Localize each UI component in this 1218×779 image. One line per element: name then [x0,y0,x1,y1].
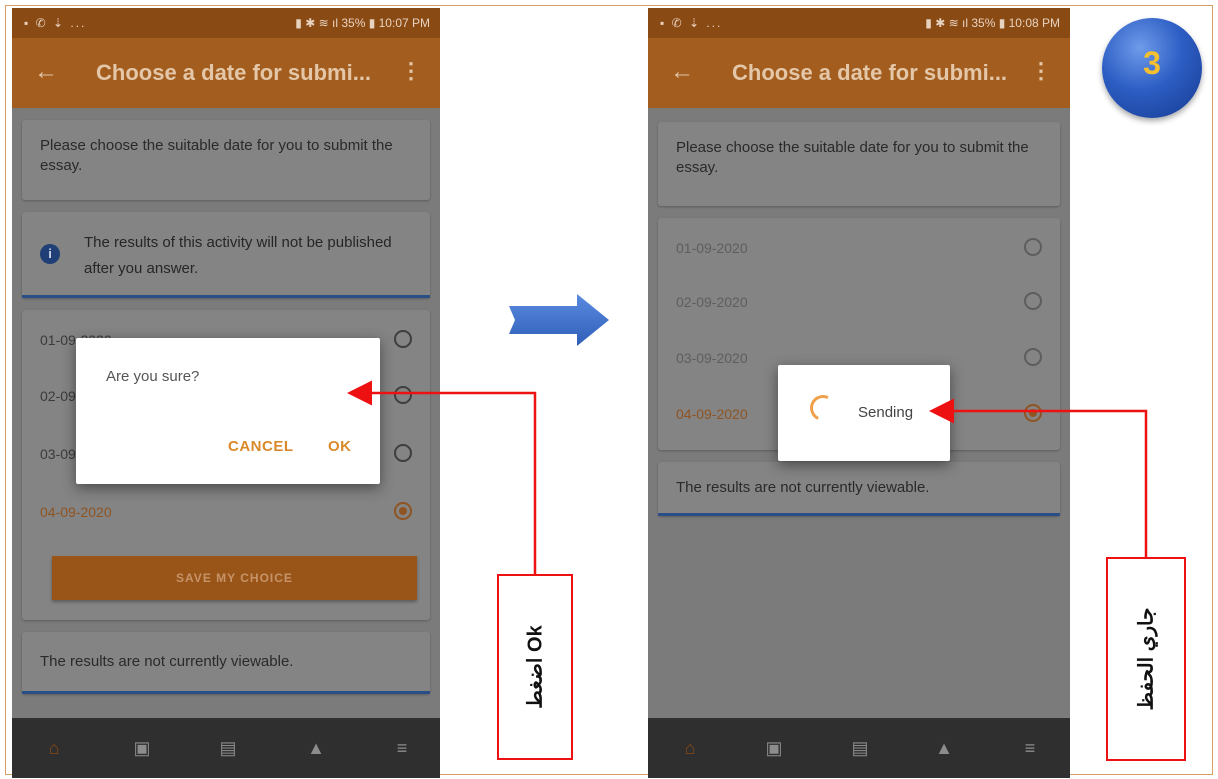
callout-press-ok: اضغط Ok [497,574,573,760]
callout-saving: جاري الحفظ [1106,557,1186,761]
callout-connectors [347,380,1148,574]
callout-press-ok-text: اضغط Ok [524,625,547,709]
callout-saving-text: جاري الحفظ [1135,607,1158,711]
callout-saving-connector [929,398,1148,557]
callout-ok-connector [347,380,537,574]
